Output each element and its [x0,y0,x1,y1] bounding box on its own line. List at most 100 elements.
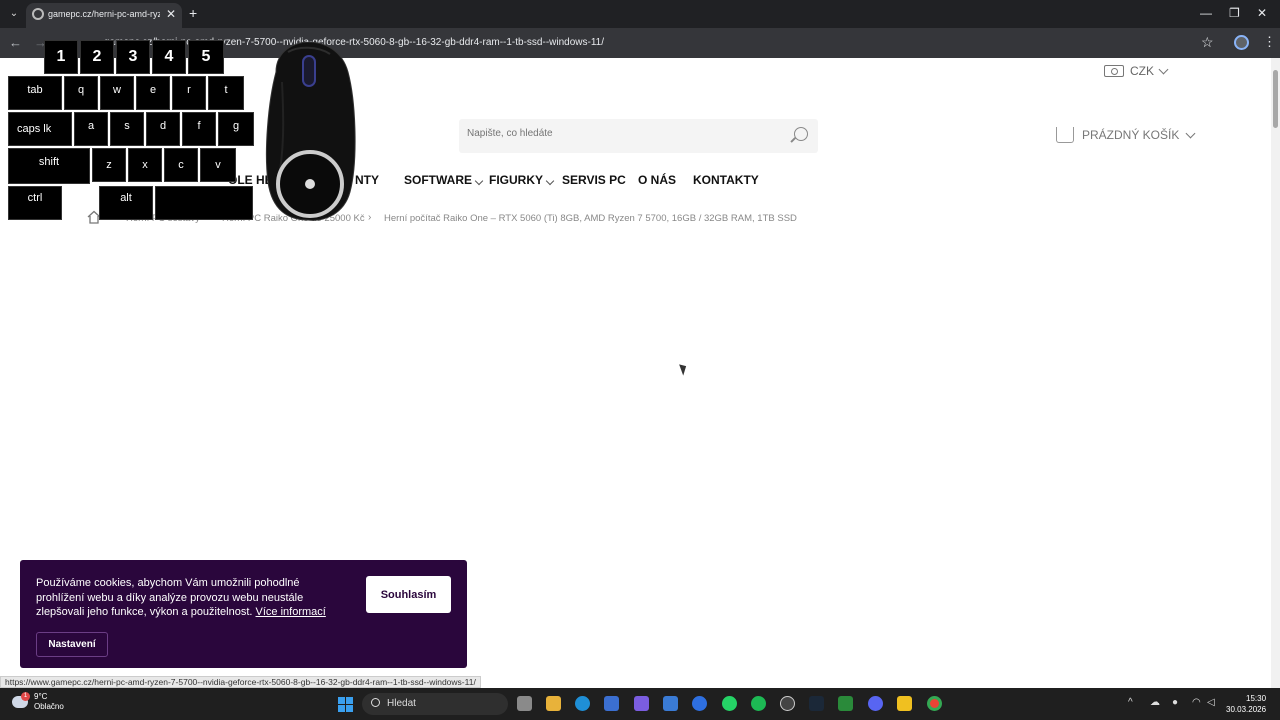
menu-dots-icon[interactable]: ⋮ [1263,34,1276,50]
nav-item-onas[interactable]: O NÁS [638,173,676,187]
date: 30.03.2026 [1226,705,1267,714]
search-input[interactable] [467,128,767,139]
key-4: 4 [152,40,186,74]
taskbar-search-label: Hledat [387,698,416,709]
minimize-icon[interactable]: — [1200,6,1212,20]
key-g: g [218,112,254,146]
steam-icon[interactable] [809,696,824,711]
spotify-icon[interactable] [751,696,766,711]
key-x: x [128,148,162,182]
volume-icon[interactable]: ◁ [1207,697,1215,708]
key-r: r [172,76,206,110]
key-v: v [200,148,236,182]
chevron-down-icon [1185,128,1196,138]
wifi-icon[interactable]: ◠ [1192,697,1201,708]
tray-expand-icon[interactable]: ^ [1128,697,1133,708]
copilot-icon[interactable] [634,696,649,711]
search-icon[interactable] [794,127,808,141]
search-icon [371,698,380,707]
key-caps-lock: caps lk [8,112,72,146]
key-t: t [208,76,244,110]
nvidia-icon[interactable] [838,696,853,711]
clock[interactable]: 15:30 30.03.2026 [1226,693,1266,715]
key-e: e [136,76,170,110]
tab-title: gamepc.cz/herni-pc-amd-ryzen [48,9,160,19]
key-alt: alt [99,186,153,220]
search-box [459,119,818,153]
key-space [155,186,253,220]
key-tab: tab [8,76,62,110]
agree-button[interactable]: Souhlasím [366,576,451,613]
nav-item-figurky[interactable]: FIGURKY [489,173,555,187]
edge-icon[interactable] [575,696,590,711]
key-w: w [100,76,134,110]
key-c: c [164,148,198,182]
nav-item-servis[interactable]: SERVIS PC [562,173,626,187]
time: 15:30 [1246,694,1267,703]
favicon-icon [32,8,44,20]
taskbar-search[interactable]: Hledat [362,693,508,715]
nav-label: FIGURKY [489,173,543,187]
store-icon[interactable] [604,696,619,711]
browser-tab[interactable]: gamepc.cz/herni-pc-amd-ryzen ✕ [26,3,182,28]
key-f: f [182,112,216,146]
key-2: 2 [80,40,114,74]
cookie-banner: Používáme cookies, abychom Vám umožnili … [20,560,467,668]
app-grid-icon[interactable] [663,696,678,711]
key-ctrl: ctrl [8,186,62,220]
bookmark-star-icon[interactable]: ☆ [1201,34,1214,51]
xbox-icon[interactable] [780,696,795,711]
window-close-icon[interactable]: ✕ [1257,6,1267,20]
nav-item-software[interactable]: SOFTWARE [404,173,484,187]
status-url: https://www.gamepc.cz/herni-pc-amd-ryzen… [0,676,481,688]
profile-avatar[interactable] [1234,35,1249,50]
nav-item-kontakty[interactable]: KONTAKTY [693,173,759,187]
vertical-scrollbar[interactable] [1271,58,1280,688]
chrome-icon[interactable] [927,696,942,711]
file-explorer-icon[interactable] [546,696,561,711]
breadcrumb-separator-icon: › [368,212,372,223]
currency-label: CZK [1130,64,1154,78]
key-1: 1 [44,40,78,74]
ea-icon[interactable] [692,696,707,711]
key-s: s [110,112,144,146]
new-tab-icon[interactable]: + [189,5,197,21]
restore-icon[interactable]: ❐ [1229,6,1240,20]
taskbar: 1 9°C Oblačno Hledat ^ ☁ ● ◠ ◁ 15:30 30.… [0,688,1280,720]
weather-desc: Oblačno [34,702,64,711]
key-q: q [64,76,98,110]
browser-tabbar: ⌄ gamepc.cz/herni-pc-amd-ryzen ✕ + — ❐ ✕ [0,0,1280,28]
scrollbar-thumb[interactable] [1273,70,1278,128]
whatsapp-icon[interactable] [722,696,737,711]
chevron-down-icon [545,176,555,186]
key-z: z [92,148,126,182]
tab-list-icon[interactable]: ⌄ [6,6,22,22]
cart-label: PRÁZDNÝ KOŠÍK [1082,128,1180,142]
weather-widget[interactable]: 1 9°C Oblačno [12,692,64,712]
microphone-icon[interactable]: ● [1172,697,1178,708]
back-icon[interactable]: ← [9,35,22,50]
money-icon [1104,65,1124,77]
key-shift: shift [8,148,90,184]
task-view-icon[interactable] [517,696,532,711]
discord-icon[interactable] [868,696,883,711]
onedrive-icon[interactable]: ☁ [1150,697,1160,708]
chevron-down-icon [474,176,484,186]
more-info-link[interactable]: Více informací [256,606,326,618]
key-3: 3 [116,40,150,74]
mouse-overlay-icon [265,42,356,221]
nav-label: SOFTWARE [404,173,472,187]
tab-close-icon[interactable]: ✕ [166,7,176,21]
cart-icon [1056,127,1074,143]
breadcrumb-current: Herní počítač Raiko One – RTX 5060 (Ti) … [384,213,797,224]
weather-temp: 9°C [34,692,48,701]
cookie-settings-button[interactable]: Nastavení [36,632,108,657]
mouse-cursor-icon [679,362,689,376]
chevron-down-icon [1158,64,1169,74]
cart-button[interactable]: PRÁZDNÝ KOŠÍK [1056,127,1196,143]
key-d: d [146,112,180,146]
windows-start-icon[interactable] [338,697,353,712]
nav-item-partial-2[interactable]: NTY [355,173,379,187]
notes-icon[interactable] [897,696,912,711]
currency-selector[interactable]: CZK [1104,64,1169,78]
